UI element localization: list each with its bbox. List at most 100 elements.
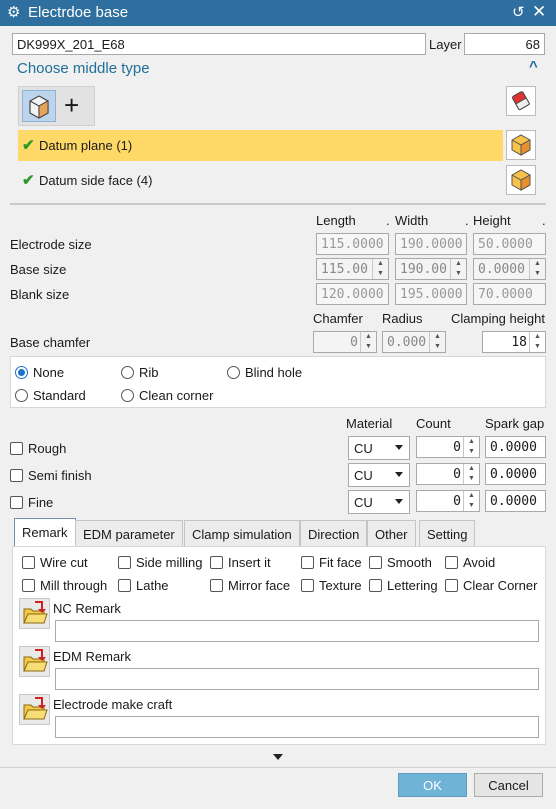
- blank-size-label: Blank size: [10, 287, 70, 302]
- rough-checkbox[interactable]: [10, 442, 23, 455]
- fine-material-select[interactable]: CU: [348, 490, 410, 514]
- tab-edm-parameter[interactable]: EDM parameter: [75, 520, 183, 547]
- middle-type-toolbar: +: [18, 86, 95, 126]
- eraser-icon: [512, 91, 530, 111]
- stepper-arrows-icon[interactable]: ▲ ▼: [429, 332, 445, 352]
- middle-type-heading: Choose middle type: [17, 60, 150, 77]
- edm-remark-folder-button[interactable]: [19, 646, 50, 677]
- stepper-arrows-icon[interactable]: ▲ ▼: [463, 491, 479, 511]
- make-craft-input[interactable]: [55, 716, 539, 738]
- refresh-icon[interactable]: ↺: [512, 3, 525, 21]
- tab-setting[interactable]: Setting: [419, 520, 476, 547]
- avoid-checkbox[interactable]: [445, 556, 458, 569]
- radius-stepper[interactable]: 0.000 ▲ ▼: [382, 331, 446, 353]
- dot-label: .: [542, 213, 546, 228]
- chevron-up-icon[interactable]: ^: [529, 58, 538, 75]
- lettering-checkbox[interactable]: [369, 579, 382, 592]
- close-icon[interactable]: ✕: [532, 2, 546, 22]
- list-item-datum-plane[interactable]: ✔ Datum plane (1): [18, 130, 503, 161]
- triangle-down-icon[interactable]: [273, 754, 283, 760]
- add-icon[interactable]: +: [64, 90, 79, 120]
- cancel-button[interactable]: Cancel: [474, 773, 543, 797]
- radio-rib[interactable]: [121, 366, 134, 379]
- stepper-arrows-icon[interactable]: ▲ ▼: [463, 437, 479, 457]
- radio-clean-corner[interactable]: [121, 389, 134, 402]
- stepper-arrows-icon[interactable]: ▲ ▼: [529, 332, 545, 352]
- insert-it-checkbox[interactable]: [210, 556, 223, 569]
- nc-remark-input[interactable]: [55, 620, 539, 642]
- base-chamfer-label: Base chamfer: [10, 335, 91, 350]
- tab-clamp-simulation[interactable]: Clamp simulation: [184, 520, 300, 547]
- nc-remark-folder-button[interactable]: [19, 598, 50, 629]
- chamfer-stepper[interactable]: 0 ▲ ▼: [313, 331, 377, 353]
- electrode-name-input[interactable]: [12, 33, 426, 55]
- stepper-arrows-icon[interactable]: ▲ ▼: [463, 464, 479, 484]
- check-icon: ✔: [22, 137, 35, 154]
- checkbox-label: Mill through: [40, 578, 108, 593]
- cube-icon: [511, 134, 531, 156]
- open-folder-icon: [23, 649, 48, 672]
- lathe-checkbox[interactable]: [118, 579, 131, 592]
- ok-button[interactable]: OK: [398, 773, 467, 797]
- cube-button[interactable]: [506, 130, 536, 160]
- chevron-down-icon: [395, 499, 403, 504]
- eraser-button[interactable]: [506, 86, 536, 116]
- checkbox-label: Avoid: [463, 555, 496, 570]
- electrode-width-field[interactable]: 190.0000: [395, 233, 467, 255]
- side-milling-checkbox[interactable]: [118, 556, 131, 569]
- divider: [10, 203, 546, 205]
- base-width-stepper[interactable]: 190.00 ▲ ▼: [395, 258, 467, 280]
- blank-length-field[interactable]: 120.0000: [316, 283, 389, 305]
- fit-face-checkbox[interactable]: [301, 556, 314, 569]
- clear-corner-checkbox[interactable]: [445, 579, 458, 592]
- stepper-arrows-icon[interactable]: ▲ ▼: [372, 259, 388, 279]
- stepper-arrows-icon[interactable]: ▲ ▼: [529, 259, 545, 279]
- spark-gap-header: Spark gap: [485, 416, 545, 431]
- smooth-checkbox[interactable]: [369, 556, 382, 569]
- tab-other[interactable]: Other: [367, 520, 416, 547]
- radio-standard[interactable]: [15, 389, 28, 402]
- fine-checkbox[interactable]: [10, 496, 23, 509]
- base-height-stepper[interactable]: 0.0000 ▲ ▼: [473, 258, 546, 280]
- semi-finish-count-stepper[interactable]: 0 ▲ ▼: [416, 463, 480, 485]
- mill-through-checkbox[interactable]: [22, 579, 35, 592]
- fine-count-stepper[interactable]: 0 ▲ ▼: [416, 490, 480, 512]
- semi-finish-checkbox[interactable]: [10, 469, 23, 482]
- clamping-height-header: Clamping height: [451, 311, 545, 326]
- gear-icon: ⚙: [7, 4, 21, 21]
- blank-height-field[interactable]: 70.0000: [473, 283, 546, 305]
- edm-remark-label: EDM Remark: [53, 649, 132, 664]
- rough-count-stepper[interactable]: 0 ▲ ▼: [416, 436, 480, 458]
- tab-remark[interactable]: Remark: [14, 518, 76, 547]
- list-item-datum-side-face[interactable]: ✔ Datum side face (4): [18, 165, 503, 196]
- layer-input[interactable]: [464, 33, 545, 55]
- fine-spark-gap-field[interactable]: 0.0000: [485, 490, 546, 512]
- clamping-height-stepper[interactable]: 18 ▲ ▼: [482, 331, 546, 353]
- checkbox-label: Side milling: [136, 555, 203, 570]
- datum-type-button[interactable]: [22, 90, 56, 122]
- cube-button[interactable]: [506, 165, 536, 195]
- radio-blind-hole[interactable]: [227, 366, 240, 379]
- blank-width-field[interactable]: 195.0000: [395, 283, 467, 305]
- stepper-arrows-icon[interactable]: ▲ ▼: [450, 259, 466, 279]
- tab-direction[interactable]: Direction: [300, 520, 368, 547]
- check-icon: ✔: [22, 172, 35, 189]
- edm-remark-input[interactable]: [55, 668, 539, 690]
- rough-material-select[interactable]: CU: [348, 436, 410, 460]
- semi-finish-material-select[interactable]: CU: [348, 463, 410, 487]
- stepper-arrows-icon[interactable]: ▲ ▼: [360, 332, 376, 352]
- make-craft-folder-button[interactable]: [19, 694, 50, 725]
- dot-label: .: [465, 213, 469, 228]
- electrode-height-field[interactable]: 50.0000: [473, 233, 546, 255]
- semi-finish-spark-gap-field[interactable]: 0.0000: [485, 463, 546, 485]
- mirror-face-checkbox[interactable]: [210, 579, 223, 592]
- electrode-length-field[interactable]: 115.0000: [316, 233, 389, 255]
- rough-spark-gap-field[interactable]: 0.0000: [485, 436, 546, 458]
- radio-none[interactable]: [15, 366, 28, 379]
- texture-checkbox[interactable]: [301, 579, 314, 592]
- wire-cut-checkbox[interactable]: [22, 556, 35, 569]
- base-length-stepper[interactable]: 115.00 ▲ ▼: [316, 258, 389, 280]
- divider: [0, 767, 556, 768]
- nc-remark-label: NC Remark: [53, 601, 121, 616]
- chamfer-header: Chamfer: [313, 311, 363, 326]
